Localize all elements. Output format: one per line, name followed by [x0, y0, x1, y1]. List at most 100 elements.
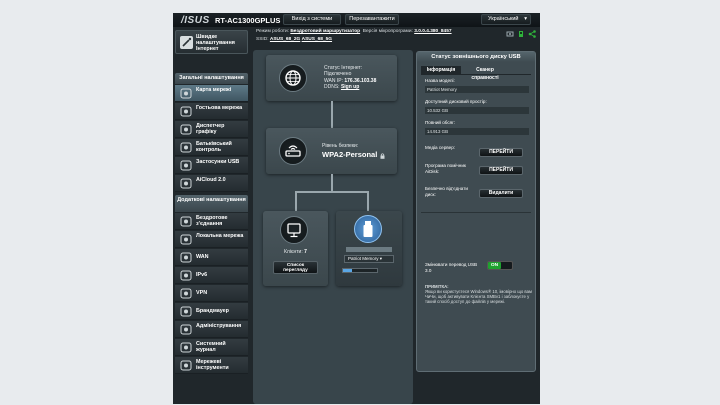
security-value: WPA2-Personal: [322, 150, 378, 159]
usb-status-icon[interactable]: [517, 30, 525, 38]
free-space-label: Доступний дисковий простір:: [425, 99, 487, 104]
sidebar-item-advanced-2[interactable]: WAN: [175, 249, 248, 266]
ssid-2g-link[interactable]: ASUS_68_2G: [270, 37, 300, 42]
status-icons: [506, 30, 536, 38]
sidebar-item-general-0[interactable]: Карта мережі: [175, 85, 248, 102]
usb-device-name: Patriot Memory: [348, 256, 379, 261]
sidebar-item-general-3[interactable]: Батьківський контроль: [175, 139, 248, 156]
system-log-icon: [180, 342, 192, 353]
sidebar-item-advanced-7[interactable]: Системний журнал: [175, 339, 248, 356]
top-bar: /ISUS RT-AC1300GPLUS Вихід з системи Пер…: [173, 13, 540, 27]
usb-node[interactable]: Patriot Memory ▾: [336, 211, 402, 286]
lan-icon: [180, 234, 192, 245]
wps-icon[interactable]: [506, 30, 514, 38]
aidisk-goto-button[interactable]: ПЕРЕЙТИ: [479, 166, 523, 175]
tab-divider: [421, 74, 531, 75]
internet-status-value: Підключено: [324, 71, 352, 78]
guest-network-icon: [180, 106, 192, 117]
media-server-goto-button[interactable]: ПЕРЕЙТИ: [479, 148, 523, 157]
sidebar-item-advanced-5[interactable]: Брандмауер: [175, 303, 248, 320]
ddns-label: DDNS:: [324, 84, 340, 91]
sidebar-item-general-1[interactable]: Гостьова мережа: [175, 103, 248, 120]
sidebar-item-general-5[interactable]: AiCloud 2.0: [175, 175, 248, 192]
tab-health-scanner[interactable]: Сканер справності: [463, 66, 507, 81]
usb3-toggle[interactable]: ON: [487, 261, 513, 270]
sidebar-item-label: VPN: [196, 290, 208, 296]
firmware-link[interactable]: 3.0.0.4.380_8457: [414, 29, 451, 34]
logout-button[interactable]: Вихід з системи: [283, 14, 341, 25]
sidebar-item-advanced-1[interactable]: Локальна мережа: [175, 231, 248, 248]
sidebar-item-label: Бездротове з'єднання: [196, 215, 228, 227]
internet-node[interactable]: Статус Інтернет: Підключено WAN IP: 176.…: [266, 55, 397, 101]
usb-panel-title: Статус зовнішнього диску USB: [417, 52, 535, 62]
clients-label: Клієнти:: [284, 249, 303, 255]
tab-info[interactable]: Інформація: [421, 66, 461, 74]
mode-link[interactable]: Бездротовий маршрутизатор: [290, 29, 360, 34]
quick-setup-label: Швидке налаштування Інтернет: [196, 34, 235, 52]
usb-status-panel: Статус зовнішнього диску USB Інформація …: [416, 51, 536, 372]
network-map-icon: [180, 88, 192, 99]
router-node[interactable]: Рівень безпеки: WPA2-Personal: [266, 128, 397, 174]
sidebar-item-label: Застосунки USB: [196, 159, 240, 165]
model-name: RT-AC1300GPLUS: [215, 16, 281, 25]
router-icon: [279, 137, 307, 165]
ddns-signup-link[interactable]: Sign up: [341, 84, 359, 90]
router-admin-window: /ISUS RT-AC1300GPLUS Вихід з системи Пер…: [173, 13, 540, 404]
vpn-icon: [180, 288, 192, 299]
wand-icon: [180, 36, 193, 49]
general-settings-header: Загальні налаштування: [175, 73, 248, 84]
sidebar-item-advanced-6[interactable]: Адміністрування: [175, 321, 248, 338]
connector-line: [367, 191, 369, 211]
sidebar-item-general-4[interactable]: Застосунки USB: [175, 157, 248, 174]
quick-internet-setup[interactable]: Швидке налаштування Інтернет: [175, 30, 248, 54]
language-select[interactable]: Український: [481, 14, 531, 25]
internet-status-label: Статус Інтернет:: [324, 65, 363, 71]
total-size-label: Повний обсяг:: [425, 120, 456, 125]
sidebar-item-label: Карта мережі: [196, 87, 232, 93]
sidebar-item-advanced-3[interactable]: IPv6: [175, 267, 248, 284]
share-icon[interactable]: [528, 30, 536, 38]
usb-apps-icon: [180, 160, 192, 171]
sidebar-item-label: Гостьова мережа: [196, 105, 243, 111]
clients-node[interactable]: Клієнти: 7 Список перегляду: [263, 211, 328, 286]
sidebar-item-label: Локальна мережа: [196, 233, 244, 239]
total-size-value: 14.913 GB: [425, 128, 529, 135]
connector-line: [295, 191, 369, 193]
firmware-label: Версія мікропрограми:: [362, 29, 413, 34]
clients-count[interactable]: 7: [304, 249, 307, 255]
network-tools-icon: [180, 360, 192, 371]
usb-device-select[interactable]: Patriot Memory ▾: [344, 255, 394, 263]
sidebar-item-general-2[interactable]: Диспетчер графіку: [175, 121, 248, 138]
model-value: Patriot Memory: [425, 86, 529, 93]
connector-line: [331, 101, 333, 128]
wan-ip-value: 176.36.103.38: [344, 77, 377, 84]
ssid-5g-link[interactable]: ASUS_68_5G: [302, 37, 332, 42]
usb3-toggle-state: ON: [488, 262, 501, 269]
traffic-manager-icon: [180, 124, 192, 135]
view-list-button[interactable]: Список перегляду: [273, 261, 318, 274]
cloud-icon: [180, 178, 192, 189]
security-label: Рівень безпеки:: [322, 143, 359, 149]
admin-icon: [180, 324, 192, 335]
sidebar-item-label: Адміністрування: [196, 323, 242, 329]
sidebar-item-advanced-8[interactable]: Мережеві інструменти: [175, 357, 248, 374]
reboot-button[interactable]: Перезавантажити: [345, 14, 399, 25]
eject-button[interactable]: Видалити: [479, 189, 523, 198]
sidebar-item-advanced-0[interactable]: Бездротове з'єднання: [175, 213, 248, 230]
divider: [421, 212, 531, 213]
connector-line: [331, 174, 333, 191]
usb-drive-icon: [354, 215, 382, 243]
parental-control-icon: [180, 142, 192, 153]
sidebar-item-label: Системний журнал: [196, 341, 226, 353]
usb3-label: Змінювати перевод USB 3.0: [425, 262, 478, 273]
aidisk-label: Програма помічник AiDisk:: [425, 163, 466, 174]
ssid-label: SSID:: [256, 37, 269, 42]
sidebar-item-label: Мережеві інструменти: [196, 359, 229, 371]
network-map-panel: Статус Інтернет: Підключено WAN IP: 176.…: [253, 50, 413, 404]
lock-icon: [380, 153, 385, 161]
sidebar-item-advanced-4[interactable]: VPN: [175, 285, 248, 302]
sidebar-item-label: Диспетчер графіку: [196, 123, 225, 135]
globe-icon: [279, 64, 307, 92]
status-info-bar: Режим роботи: Бездротовий маршрутизатор …: [256, 28, 540, 46]
sidebar-item-label: Батьківський контроль: [196, 141, 232, 153]
